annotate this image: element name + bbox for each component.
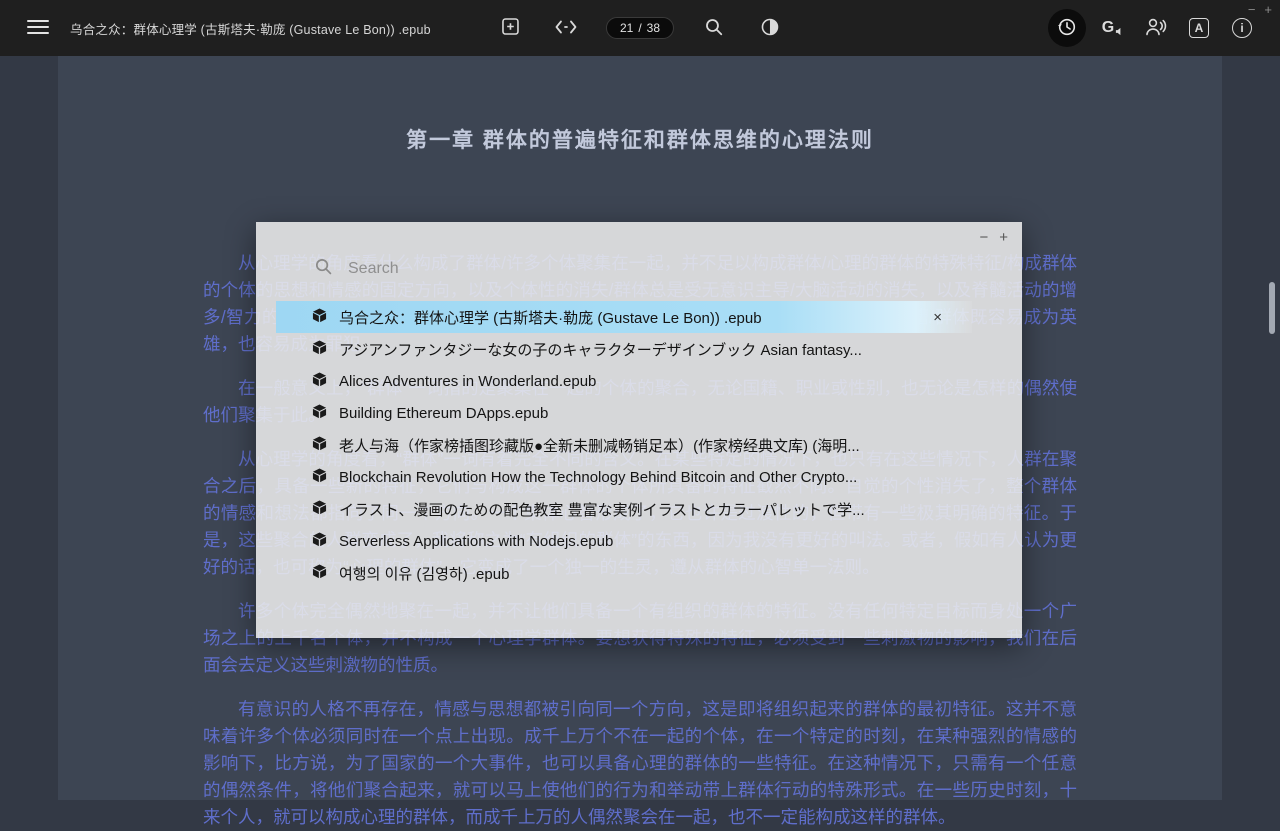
book-list-item[interactable]: Alices Adventures in Wonderland.epub (276, 365, 972, 397)
angle-brackets-icon (555, 20, 577, 37)
remove-book-icon[interactable]: × (921, 309, 942, 326)
zoom-in-icon[interactable]: + (1264, 3, 1272, 17)
book-icon (312, 372, 327, 391)
read-aloud-icon (1145, 17, 1167, 40)
page-separator: / (638, 21, 641, 35)
book-icon (312, 500, 327, 519)
paragraph: 有意识的人格不再存在，情感与思想都被引向同一个方向，这是即将组织起来的群体的最初… (203, 696, 1077, 831)
square-plus-icon (500, 17, 519, 39)
book-icon (312, 404, 327, 423)
page-total: 38 (647, 21, 660, 35)
navigation-brackets-button[interactable] (550, 12, 582, 44)
book-title: 乌合之众：群体心理学 (古斯塔夫·勒庞 (Gustave Le Bon)) .e… (70, 19, 431, 38)
book-list-item[interactable]: イラスト、漫画のための配色教室 豊富な実例イラストとカラーパレットで学... (276, 493, 972, 525)
dialog-controls: − + (256, 230, 1022, 248)
zoom-out-icon[interactable]: − (1248, 3, 1256, 17)
book-list-item[interactable]: Blockchain Revolution How the Technology… (276, 461, 972, 493)
book-list-item-label: 乌合之众：群体心理学 (古斯塔夫·勒庞 (Gustave Le Bon)) .e… (339, 307, 762, 328)
book-list-item-label: 老人与海（作家榜插图珍藏版●全新未删减畅销足本）(作家榜经典文库) (海明... (339, 435, 860, 456)
dialog-search-icon (314, 257, 333, 281)
tts-icon: G (1102, 19, 1124, 37)
book-list-item[interactable]: 老人与海（作家榜插图珍藏版●全新未删减畅销足本）(作家榜经典文库) (海明... (276, 429, 972, 461)
book-icon (312, 308, 327, 327)
tts-button[interactable]: G (1097, 12, 1129, 44)
book-icon (312, 532, 327, 551)
book-icon (312, 340, 327, 359)
book-list-item-label: イラスト、漫画のための配色教室 豊富な実例イラストとカラーパレットで学... (339, 499, 865, 520)
window-zoom-controls: − + (1248, 3, 1272, 17)
book-switcher-dialog: − + 乌合之众：群体心理学 (古斯塔夫·勒庞 (Gustave Le Bon)… (256, 222, 1022, 638)
search-icon (704, 17, 724, 40)
book-list-item-label: Blockchain Revolution How the Technology… (339, 469, 857, 486)
book-list-item[interactable]: Serverless Applications with Nodejs.epub (276, 525, 972, 557)
chapter-title: 第一章 群体的普遍特征和群体思维的心理法则 (203, 124, 1077, 154)
book-list-item-label: Serverless Applications with Nodejs.epub (339, 533, 613, 550)
history-button[interactable] (1048, 9, 1086, 47)
book-list-item[interactable]: 乌合之众：群体心理学 (古斯塔夫·勒庞 (Gustave Le Bon)) .e… (276, 301, 972, 333)
topbar: 乌合之众：群体心理学 (古斯塔夫·勒庞 (Gustave Le Bon)) .e… (0, 0, 1280, 56)
search-button[interactable] (698, 12, 730, 44)
book-list-item-label: 여행의 이유 (김영하) .epub (339, 563, 509, 584)
book-list-item[interactable]: 여행의 이유 (김영하) .epub (276, 557, 972, 589)
scrollbar-thumb[interactable] (1269, 282, 1275, 334)
book-list-item-label: Alices Adventures in Wonderland.epub (339, 373, 596, 390)
book-list-item[interactable]: アジアンファンタジーな女の子のキャラクターデザインブック Asian fanta… (276, 333, 972, 365)
book-list-item-label: アジアンファンタジーな女の子のキャラクターデザインブック Asian fanta… (339, 339, 862, 360)
book-icon (312, 468, 327, 487)
read-aloud-button[interactable] (1140, 12, 1172, 44)
page-indicator[interactable]: 21 / 38 (606, 17, 674, 39)
search-input[interactable] (346, 259, 982, 279)
dialog-shrink-icon[interactable]: − (979, 230, 988, 248)
book-icon (312, 564, 327, 583)
dialog-grow-icon[interactable]: + (999, 230, 1008, 248)
hamburger-icon (27, 19, 49, 38)
font-settings-button[interactable]: A (1183, 12, 1215, 44)
brightness-button[interactable] (754, 12, 786, 44)
book-list-item-label: Building Ethereum DApps.epub (339, 405, 548, 422)
add-note-button[interactable] (494, 12, 526, 44)
book-list-item[interactable]: Building Ethereum DApps.epub (276, 397, 972, 429)
font-settings-icon: A (1189, 18, 1209, 38)
menu-button[interactable] (22, 12, 54, 44)
history-icon (1057, 17, 1077, 40)
info-icon: i (1232, 18, 1252, 38)
book-list: 乌合之众：群体心理学 (古斯塔夫·勒庞 (Gustave Le Bon)) .e… (276, 301, 972, 589)
page-current: 21 (620, 21, 633, 35)
search-row (256, 248, 1022, 293)
brightness-icon (760, 17, 780, 40)
book-icon (312, 436, 327, 455)
